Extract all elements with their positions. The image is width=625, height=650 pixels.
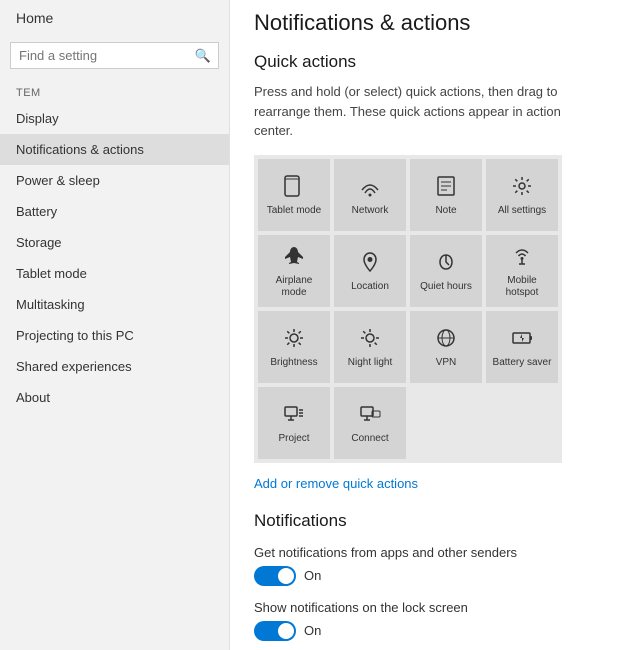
add-remove-link[interactable]: Add or remove quick actions [254, 476, 418, 491]
mobile-hotspot-icon [511, 245, 533, 271]
sidebar-home[interactable]: Home [0, 0, 229, 36]
qa-night-light[interactable]: Night light [334, 311, 406, 383]
main-content: Notifications & actions Quick actions Pr… [230, 0, 625, 650]
toggle-row-1: On [254, 621, 601, 641]
qa-connect-label: Connect [351, 433, 388, 445]
qa-note-label: Note [435, 205, 456, 217]
qa-mobile-hotspot[interactable]: Mobile hotspot [486, 235, 558, 307]
brightness-icon [283, 327, 305, 353]
toggle-label-1: On [304, 623, 321, 638]
notif-label-1: Show notifications on the lock screen [254, 600, 601, 615]
qa-brightness[interactable]: Brightness [258, 311, 330, 383]
sidebar-section-label: tem [0, 79, 229, 103]
network-icon [359, 175, 381, 201]
note-icon [435, 175, 457, 201]
qa-network-label: Network [352, 205, 389, 217]
qa-note[interactable]: Note [410, 159, 482, 231]
airplane-mode-icon [283, 245, 305, 271]
battery-saver-icon [511, 327, 533, 353]
toggle-thumb-0 [278, 568, 294, 584]
page-title: Notifications & actions [254, 10, 601, 36]
sidebar-search-container: 🔍 [10, 42, 219, 69]
notif-item-0: Get notifications from apps and other se… [254, 545, 601, 586]
qa-all-settings-label: All settings [498, 205, 546, 217]
toggle-row-0: On [254, 566, 601, 586]
sidebar-item-projecting[interactable]: Projecting to this PC [0, 320, 229, 351]
sidebar-item-storage[interactable]: Storage [0, 227, 229, 258]
location-icon [359, 251, 381, 277]
quiet-hours-icon [435, 251, 457, 277]
all-settings-icon [511, 175, 533, 201]
toggle-1[interactable] [254, 621, 296, 641]
notif-label-0: Get notifications from apps and other se… [254, 545, 601, 560]
qa-network[interactable]: Network [334, 159, 406, 231]
sidebar-item-battery[interactable]: Battery [0, 196, 229, 227]
quick-actions-grid: Tablet mode Network Note [254, 155, 562, 463]
qa-tablet-mode[interactable]: Tablet mode [258, 159, 330, 231]
sidebar-item-about[interactable]: About [0, 382, 229, 413]
qa-battery-saver[interactable]: Battery saver [486, 311, 558, 383]
sidebar-item-notifications[interactable]: Notifications & actions [0, 134, 229, 165]
search-input[interactable] [10, 42, 219, 69]
qa-tablet-mode-label: Tablet mode [267, 205, 321, 217]
sidebar-item-shared[interactable]: Shared experiences [0, 351, 229, 382]
qa-night-light-label: Night light [348, 357, 392, 369]
qa-mobile-hotspot-label: Mobile hotspot [490, 275, 554, 299]
qa-battery-saver-label: Battery saver [493, 357, 552, 369]
search-icon: 🔍 [195, 48, 211, 64]
sidebar-item-power[interactable]: Power & sleep [0, 165, 229, 196]
night-light-icon [359, 327, 381, 353]
tablet-mode-icon [283, 175, 305, 201]
qa-project[interactable]: Project [258, 387, 330, 459]
qa-project-label: Project [278, 433, 309, 445]
qa-vpn-label: VPN [436, 357, 457, 369]
qa-vpn[interactable]: VPN [410, 311, 482, 383]
notifications-title: Notifications [254, 511, 601, 531]
qa-quiet-hours[interactable]: Quiet hours [410, 235, 482, 307]
toggle-label-0: On [304, 568, 321, 583]
notif-item-1: Show notifications on the lock screen On [254, 600, 601, 641]
toggle-thumb-1 [278, 623, 294, 639]
qa-location[interactable]: Location [334, 235, 406, 307]
sidebar-item-tablet-mode[interactable]: Tablet mode [0, 258, 229, 289]
qa-all-settings[interactable]: All settings [486, 159, 558, 231]
quick-actions-description: Press and hold (or select) quick actions… [254, 82, 601, 141]
sidebar-item-display[interactable]: Display [0, 103, 229, 134]
qa-location-label: Location [351, 281, 389, 293]
project-icon [283, 403, 305, 429]
quick-actions-title: Quick actions [254, 52, 601, 72]
toggle-0[interactable] [254, 566, 296, 586]
qa-airplane-mode[interactable]: Airplane mode [258, 235, 330, 307]
connect-icon [359, 403, 381, 429]
qa-brightness-label: Brightness [270, 357, 317, 369]
qa-airplane-label: Airplane mode [262, 275, 326, 299]
sidebar-item-multitasking[interactable]: Multitasking [0, 289, 229, 320]
sidebar: Home 🔍 tem Display Notifications & actio… [0, 0, 230, 650]
vpn-icon [435, 327, 457, 353]
qa-connect[interactable]: Connect [334, 387, 406, 459]
qa-quiet-hours-label: Quiet hours [420, 281, 472, 293]
